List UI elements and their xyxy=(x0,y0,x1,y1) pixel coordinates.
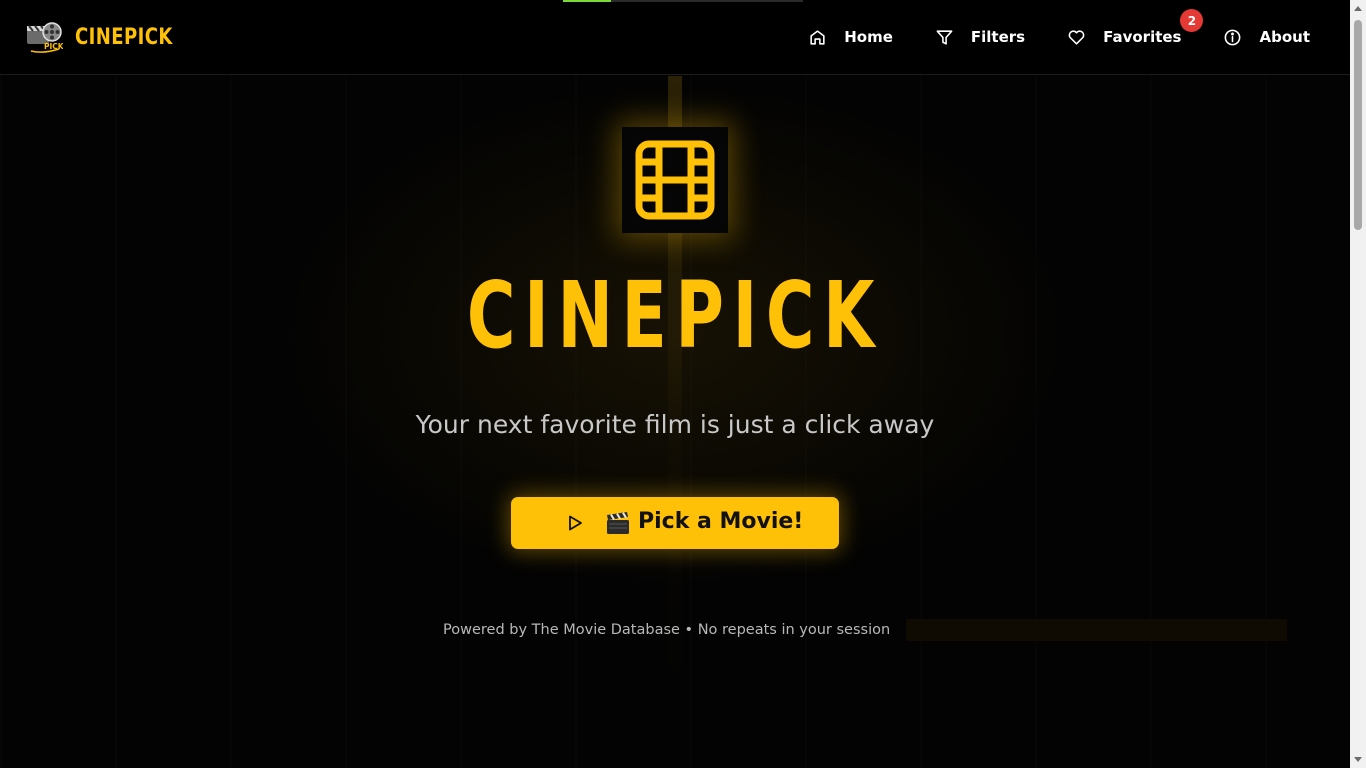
nav-label-favorites: Favorites xyxy=(1103,28,1182,46)
home-icon xyxy=(810,29,825,45)
nav-item-filters[interactable]: Filters xyxy=(935,22,1025,52)
hero-film-icon-container xyxy=(622,127,728,233)
top-navbar: PICK CINEPICK Home Filters Favorites 2 A… xyxy=(0,0,1350,75)
nav-label-home: Home xyxy=(844,28,893,46)
heart-icon xyxy=(1068,29,1085,45)
hero-tagline: Your next favorite film is just a click … xyxy=(415,410,935,439)
filter-icon xyxy=(936,29,953,45)
nav-label-about: About xyxy=(1259,28,1310,46)
nav-item-home[interactable]: Home xyxy=(808,22,893,52)
info-icon xyxy=(1225,29,1241,45)
clapperboard-icon xyxy=(607,512,629,534)
loading-progress-fill xyxy=(563,0,611,2)
scroll-down-arrow-icon[interactable] xyxy=(1354,757,1362,762)
clapperboard-logo-icon: PICK xyxy=(25,18,65,56)
hero-title: CINEPICK xyxy=(0,262,1350,369)
scroll-up-arrow-icon[interactable] xyxy=(1354,6,1362,11)
brand-link[interactable]: PICK CINEPICK xyxy=(25,18,194,56)
powered-by-text: Powered by The Movie Database • No repea… xyxy=(443,622,891,638)
film-icon xyxy=(635,140,715,220)
pick-a-movie-button[interactable]: Pick a Movie! xyxy=(511,497,839,549)
logo-text: PICK xyxy=(44,42,63,51)
page: PICK CINEPICK Home Filters Favorites 2 A… xyxy=(0,0,1350,768)
hero-title-text: CINEPICK xyxy=(466,262,884,369)
loading-progress-bar xyxy=(563,0,803,2)
nav-menu: Home Filters Favorites 2 About xyxy=(808,9,1310,52)
footer-highlight-strip xyxy=(906,619,1287,641)
pick-a-movie-label: Pick a Movie! xyxy=(638,509,804,534)
nav-label-filters: Filters xyxy=(970,28,1026,46)
nav-item-favorites[interactable]: Favorites 2 xyxy=(1067,9,1204,52)
vertical-scrollbar[interactable] xyxy=(1350,0,1366,768)
nav-item-about[interactable]: About xyxy=(1223,22,1310,52)
brand-name: CINEPICK xyxy=(75,24,173,50)
scrollbar-thumb[interactable] xyxy=(1354,20,1362,230)
play-icon xyxy=(569,515,582,531)
favorites-count-badge: 2 xyxy=(1180,9,1204,32)
